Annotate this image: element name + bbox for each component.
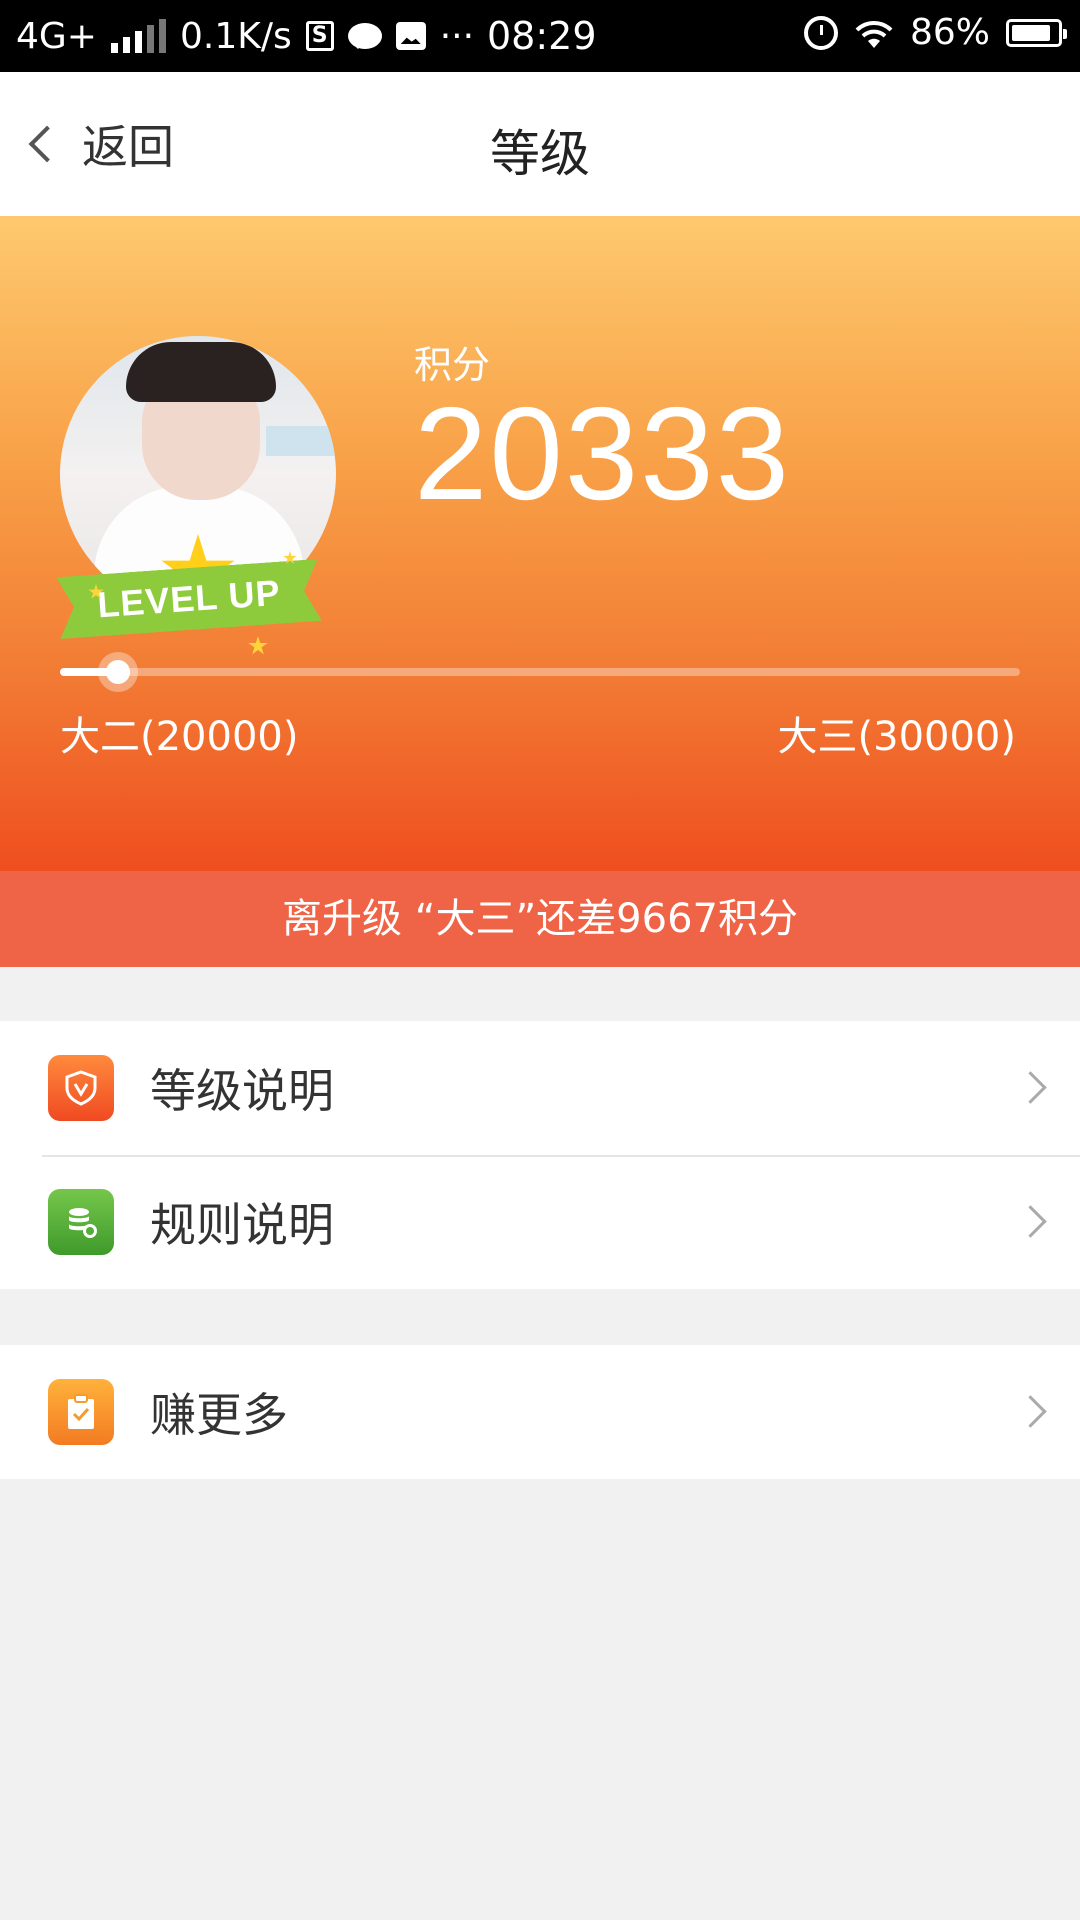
network-speed: 0.1K/s xyxy=(179,15,292,57)
shield-icon xyxy=(48,1055,114,1121)
message-icon xyxy=(347,23,382,49)
menu-group-earn: 赚更多 xyxy=(0,1345,1080,1479)
sparkle-icon xyxy=(248,636,268,655)
menu-item-label: 赚更多 xyxy=(150,1388,288,1442)
points-value: 20333 xyxy=(414,380,792,527)
level-progress-knob xyxy=(97,652,138,692)
menu-item-label: 等级说明 xyxy=(150,1064,334,1118)
level-progress-bar xyxy=(60,652,1020,692)
upgrade-remaining-banner: 离升级 “大三”还差9667积分 xyxy=(0,871,1080,967)
battery-icon xyxy=(1006,18,1067,47)
chevron-right-icon xyxy=(1014,1395,1047,1428)
menu-group-info: 等级说明 规则说明 xyxy=(0,1021,1080,1289)
clipboard-check-icon xyxy=(48,1379,114,1445)
avatar-with-badge: LEVEL UP xyxy=(58,336,338,666)
clock: 08:29 xyxy=(487,14,597,58)
coins-icon xyxy=(48,1189,114,1255)
chevron-right-icon xyxy=(1014,1071,1047,1104)
network-type: 4G+ xyxy=(16,15,97,57)
s-app-icon: S xyxy=(305,21,334,51)
menu-item-label: 规则说明 xyxy=(150,1198,334,1252)
page-title: 等级 xyxy=(490,125,590,183)
menu-item-rules-description[interactable]: 规则说明 xyxy=(0,1155,1080,1289)
wifi-icon xyxy=(854,18,894,48)
battery-percent: 86% xyxy=(909,12,990,53)
more-notifications-icon: ··· xyxy=(439,15,475,57)
next-level-label: 大三(30000) xyxy=(777,714,1016,760)
status-bar: 4G+ 0.1K/s S ··· 08:29 86% xyxy=(0,0,1080,72)
alarm-icon xyxy=(803,15,838,50)
current-level-label: 大二(20000) xyxy=(60,714,299,760)
level-hero: LEVEL UP 积分 20333 大二(20000) 大三(30000) xyxy=(0,216,1080,871)
nav-header: 返回 等级 xyxy=(0,72,1080,216)
chevron-right-icon xyxy=(1014,1205,1047,1238)
gallery-icon xyxy=(395,22,426,50)
signal-icon xyxy=(110,19,166,53)
menu-item-level-description[interactable]: 等级说明 xyxy=(0,1021,1080,1155)
menu-item-earn-more[interactable]: 赚更多 xyxy=(0,1345,1080,1479)
